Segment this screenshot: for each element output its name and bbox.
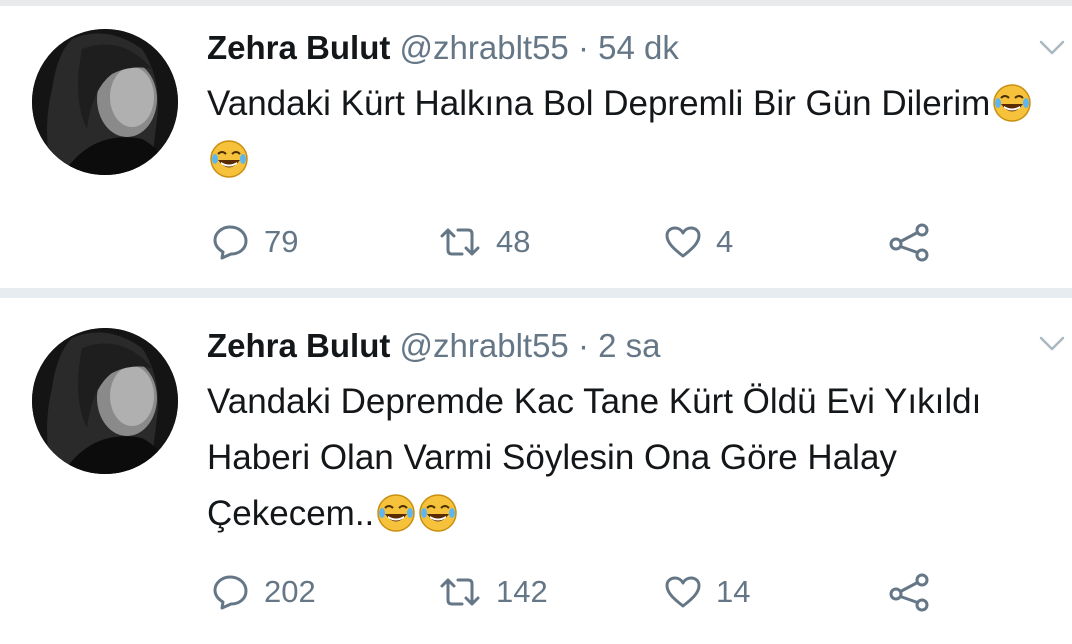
reply-icon	[213, 225, 248, 260]
avatar[interactable]	[32, 328, 178, 474]
share-icon	[889, 223, 929, 262]
like-count: 14	[716, 574, 751, 609]
chevron-down-icon[interactable]	[1038, 334, 1066, 354]
share-button[interactable]	[888, 570, 946, 614]
tweet-divider	[0, 288, 1072, 298]
chevron-down-icon[interactable]	[1038, 38, 1066, 58]
retweet-button[interactable]: 142	[438, 570, 548, 614]
share-icon	[889, 573, 929, 612]
retweet-button[interactable]: 48	[438, 220, 530, 264]
tweet-text-container: Vandaki Kürt Halkına Bol Depremli Bir Gü…	[207, 76, 1057, 188]
tweet-text: Vandaki Depremde Kac Tane Kürt Öldü Evi …	[207, 382, 982, 533]
share-button[interactable]	[888, 220, 946, 264]
face-with-tears-of-joy-emoji	[993, 84, 1031, 122]
avatar[interactable]	[32, 29, 178, 175]
separator-dot: ·	[577, 327, 589, 364]
tweet-header: Zehra Bulut @zhrablt55 · 54 dk	[207, 28, 679, 68]
author-handle[interactable]: @zhrablt55	[400, 327, 569, 364]
retweet-icon	[440, 228, 480, 256]
heart-icon	[665, 226, 701, 258]
tweet[interactable]: Zehra Bulut @zhrablt55 · 2 sa Vandaki De…	[0, 298, 1072, 644]
timestamp[interactable]: 54 dk	[598, 29, 679, 66]
reply-button[interactable]: 202	[212, 570, 316, 614]
retweet-count: 48	[496, 224, 531, 259]
reply-button[interactable]: 79	[212, 220, 298, 264]
author-name[interactable]: Zehra Bulut	[207, 327, 390, 364]
reply-count: 202	[264, 574, 316, 609]
face-with-tears-of-joy-emoji	[210, 140, 248, 178]
like-count: 4	[716, 224, 734, 259]
timestamp[interactable]: 2 sa	[598, 327, 660, 364]
like-button[interactable]: 14	[664, 570, 750, 614]
tweet-text-container: Vandaki Depremde Kac Tane Kürt Öldü Evi …	[207, 374, 1057, 542]
author-handle[interactable]: @zhrablt55	[400, 29, 569, 66]
face-with-tears-of-joy-emoji	[377, 494, 416, 532]
tweet[interactable]: Zehra Bulut @zhrablt55 · 54 dk Vandaki K…	[0, 6, 1072, 288]
retweet-icon	[440, 578, 480, 606]
tweet-header: Zehra Bulut @zhrablt55 · 2 sa	[207, 326, 661, 366]
reply-icon	[213, 575, 248, 610]
like-button[interactable]: 4	[664, 220, 733, 264]
tweet-text: Vandaki Kürt Halkına Bol Depremli Bir Gü…	[207, 84, 991, 123]
face-with-tears-of-joy-emoji	[419, 494, 458, 532]
reply-count: 79	[264, 224, 299, 259]
retweet-count: 142	[496, 574, 548, 609]
heart-icon	[665, 576, 701, 608]
separator-dot: ·	[577, 29, 589, 66]
author-name[interactable]: Zehra Bulut	[207, 29, 390, 66]
